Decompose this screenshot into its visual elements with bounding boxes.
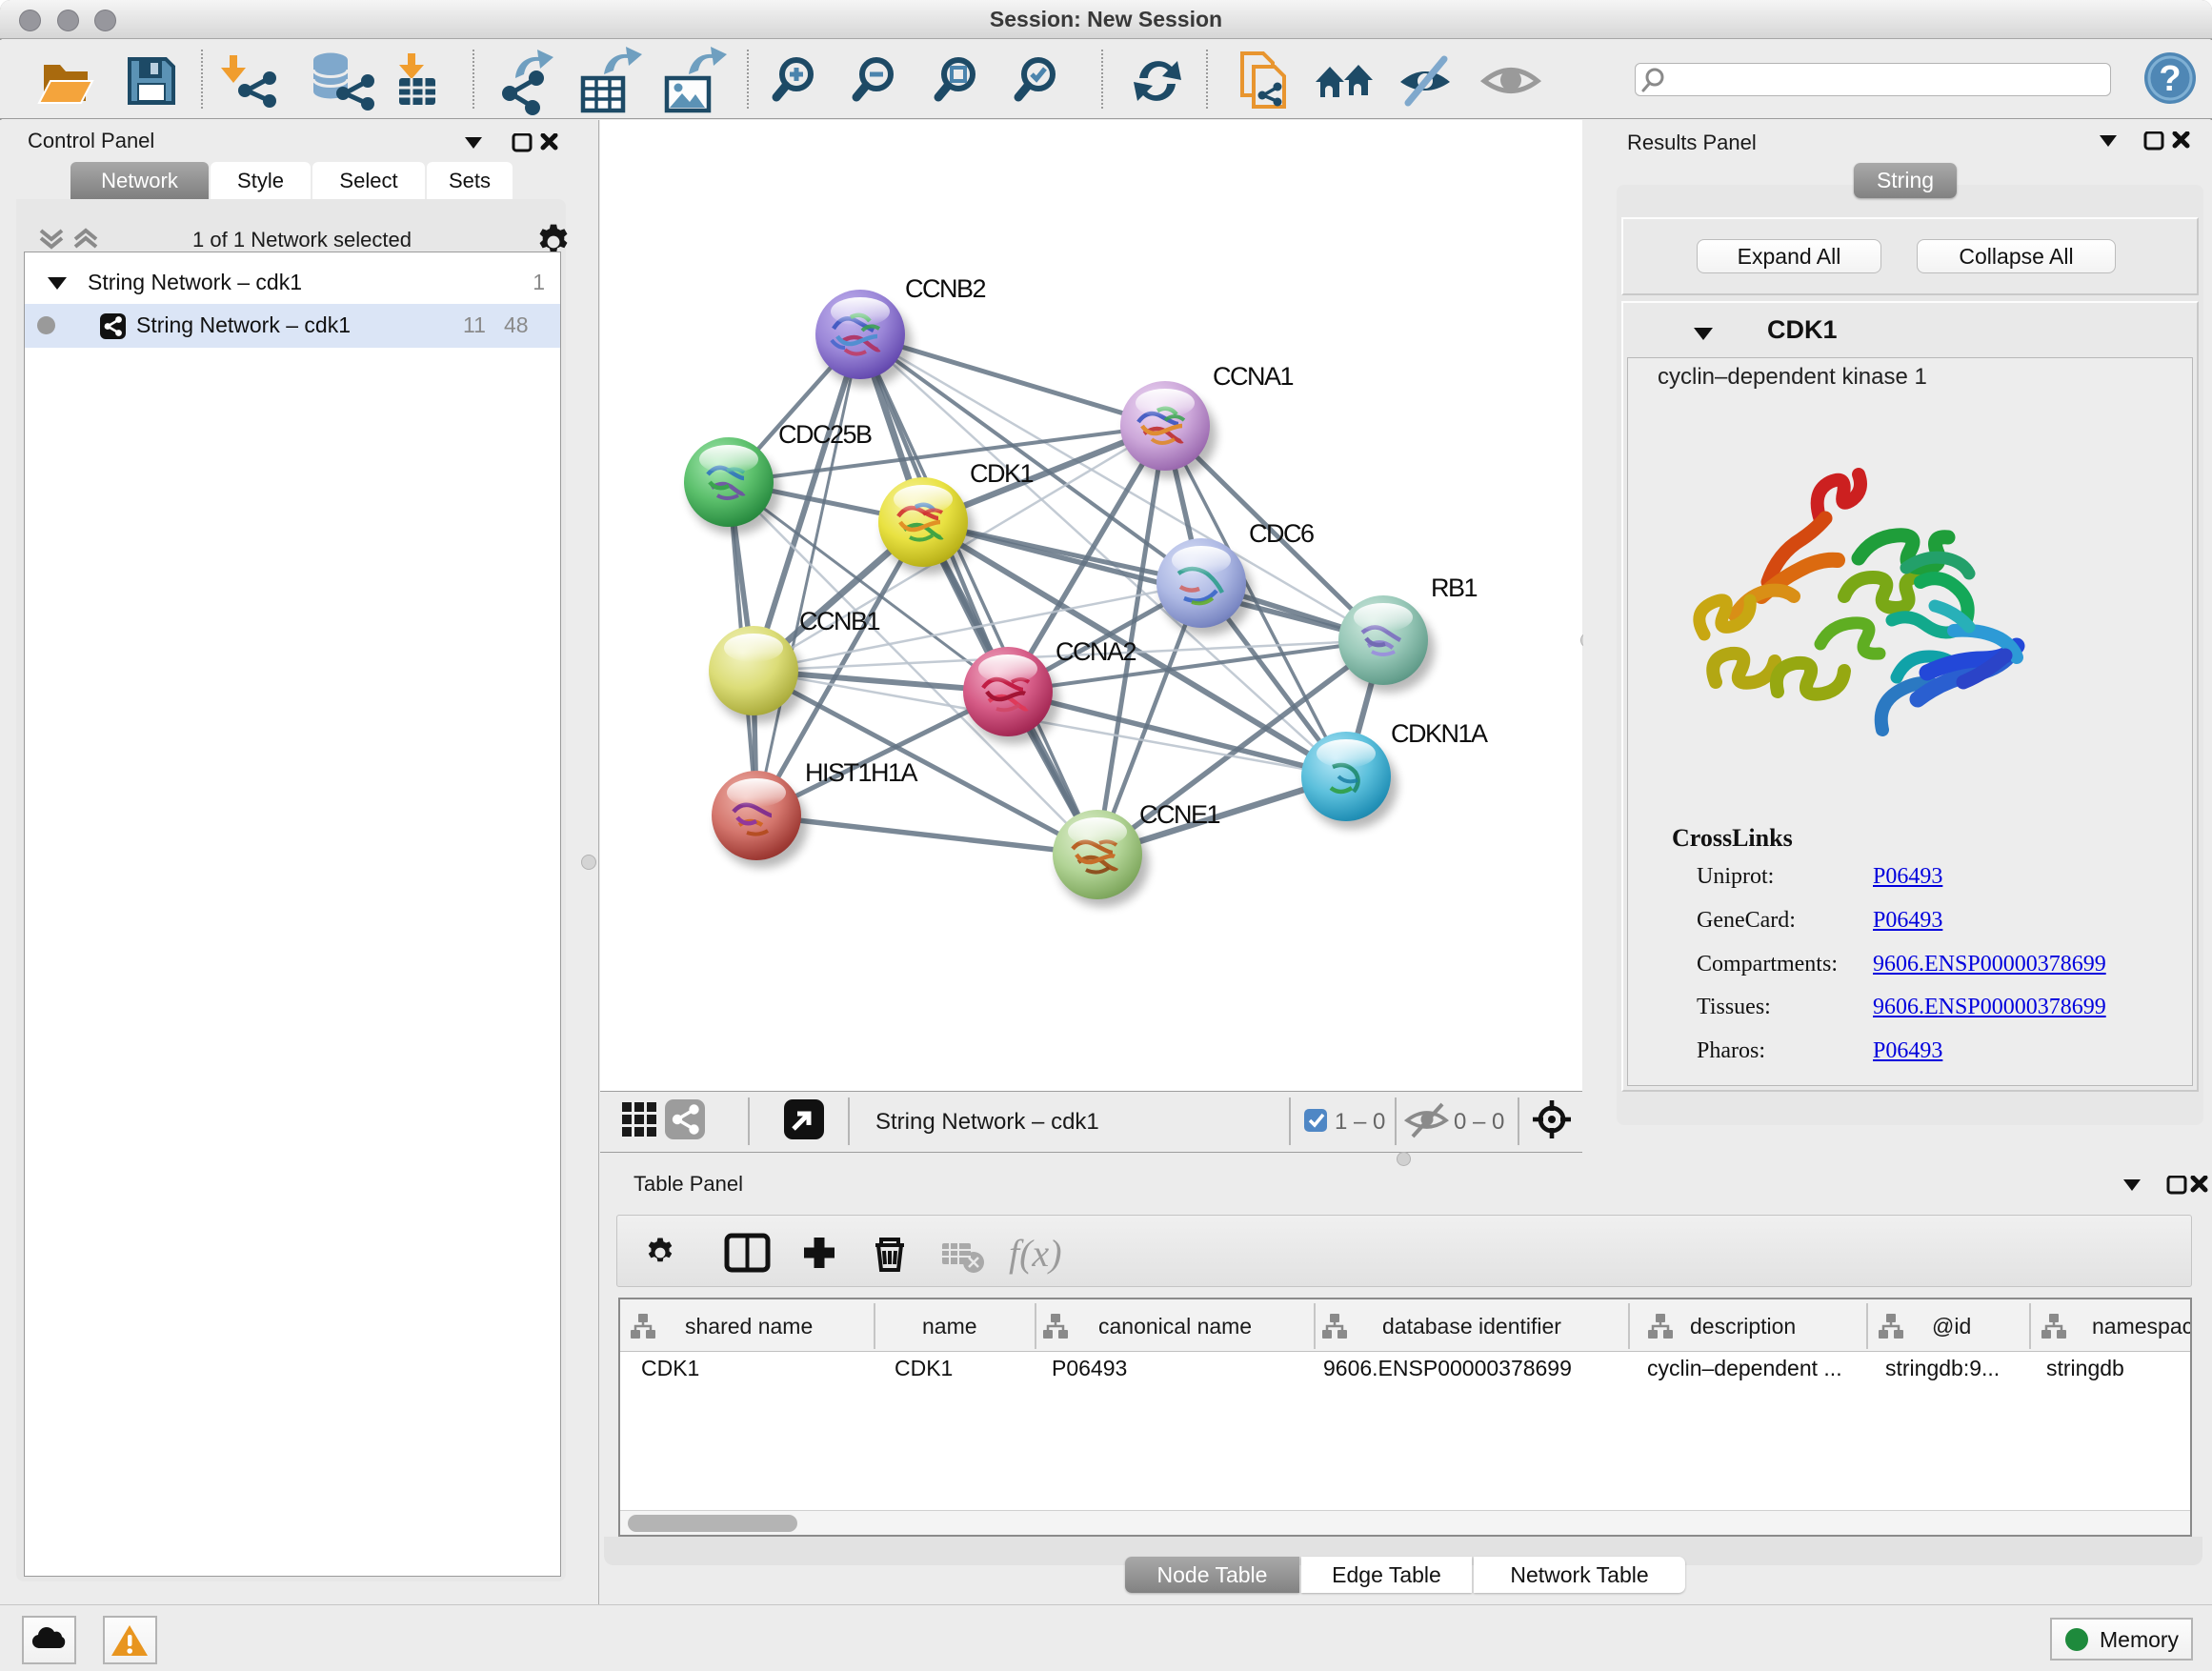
svg-text:CDC6: CDC6 bbox=[1249, 519, 1314, 548]
svg-text:HIST1H1A: HIST1H1A bbox=[805, 758, 918, 787]
svg-text:f(x): f(x) bbox=[1009, 1232, 1062, 1275]
svg-text:@id: @id bbox=[1932, 1314, 1971, 1339]
svg-text:CDKN1A: CDKN1A bbox=[1391, 719, 1488, 748]
svg-text:namespac: namespac bbox=[2092, 1314, 2190, 1339]
svg-text:CDC25B: CDC25B bbox=[778, 420, 872, 449]
svg-text:shared name: shared name bbox=[685, 1314, 813, 1339]
svg-text:CCNA1: CCNA1 bbox=[1213, 362, 1294, 391]
svg-text:1 – 0: 1 – 0 bbox=[1335, 1109, 1385, 1135]
svg-text:canonical name: canonical name bbox=[1098, 1314, 1252, 1339]
svg-text:0 – 0: 0 – 0 bbox=[1454, 1109, 1504, 1135]
svg-text:RB1: RB1 bbox=[1431, 574, 1478, 602]
svg-text:CCNA2: CCNA2 bbox=[1056, 637, 1136, 666]
svg-text:CDK1: CDK1 bbox=[970, 459, 1034, 488]
svg-text:description: description bbox=[1690, 1314, 1796, 1339]
svg-text:CCNE1: CCNE1 bbox=[1139, 800, 1220, 829]
svg-text:CCNB2: CCNB2 bbox=[905, 274, 986, 303]
svg-text:CCNB1: CCNB1 bbox=[799, 607, 880, 635]
svg-text:database identifier: database identifier bbox=[1382, 1314, 1561, 1339]
svg-text:?: ? bbox=[2159, 59, 2181, 99]
svg-text:String Network – cdk1: String Network – cdk1 bbox=[875, 1109, 1099, 1135]
svg-text:name: name bbox=[922, 1314, 977, 1339]
